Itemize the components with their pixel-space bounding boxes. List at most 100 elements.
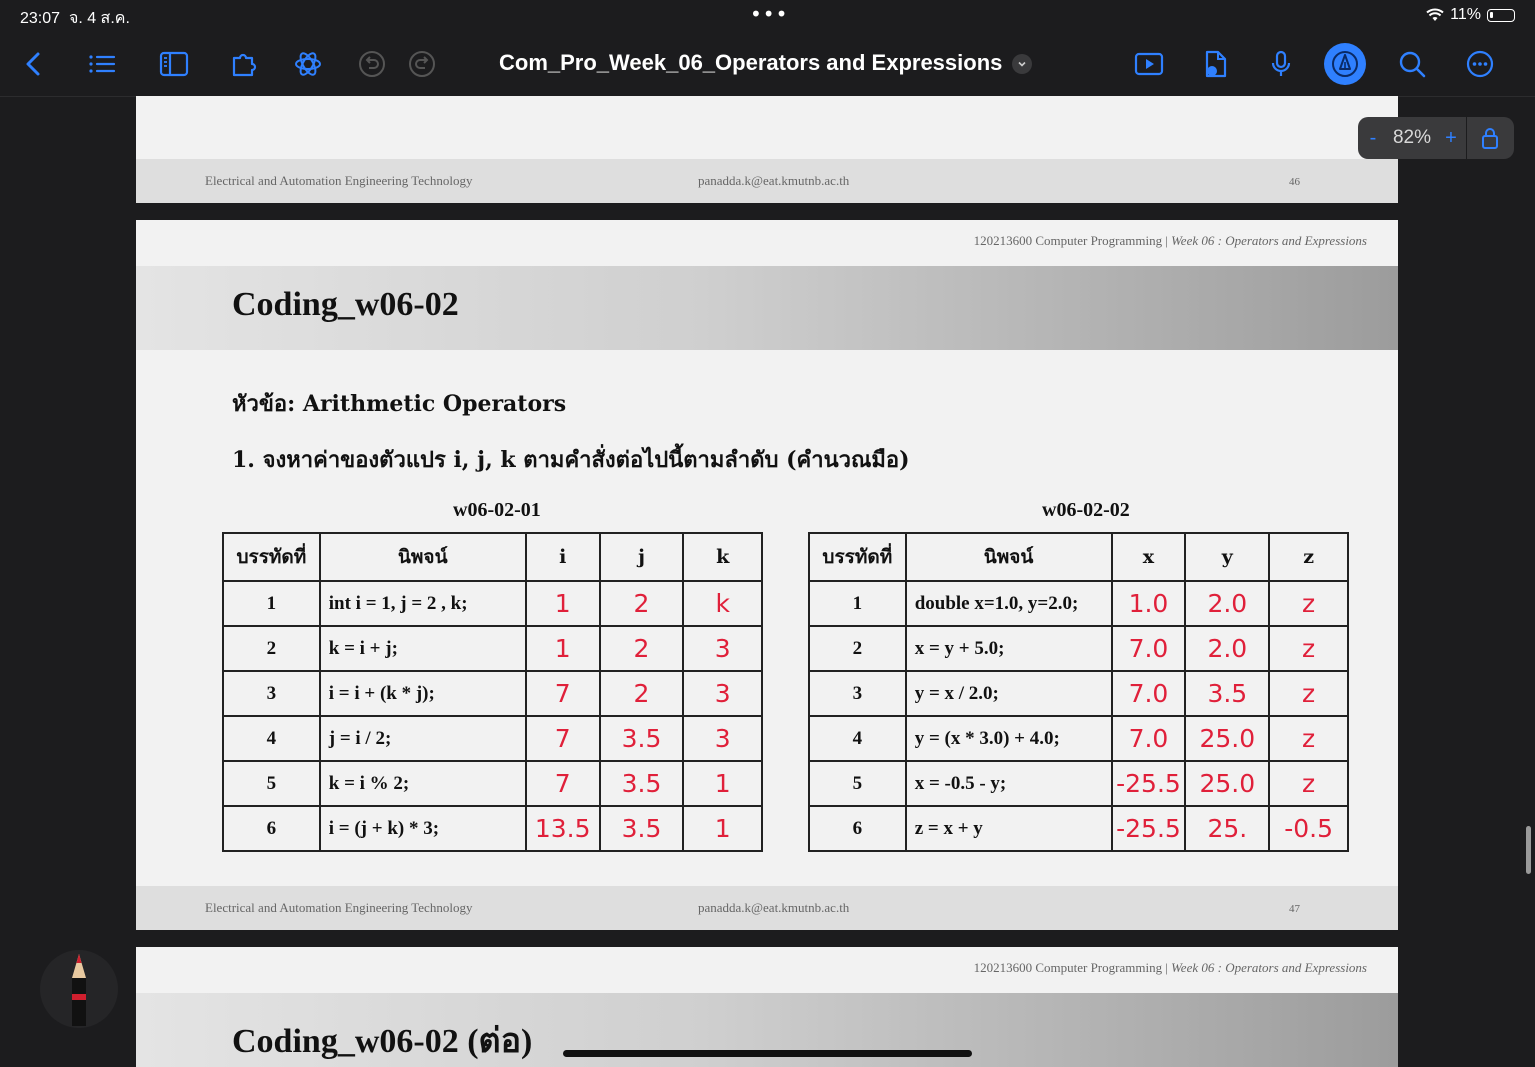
- chevron-down-icon[interactable]: [1012, 54, 1032, 74]
- handwritten-value: 2.0: [1184, 625, 1271, 672]
- expression: k = i % 2;: [318, 760, 527, 807]
- zoom-out-button[interactable]: -: [1358, 127, 1388, 150]
- handwritten-value: -25.5: [1110, 760, 1187, 807]
- table-row: 1 double x=1.0, y=2.0; 1.0 2.0 z: [808, 580, 1349, 627]
- line-number: 3: [808, 670, 907, 717]
- expression: x = -0.5 - y;: [904, 760, 1113, 807]
- table-row: 4j = i / 2; 7 3.5 3: [222, 715, 763, 762]
- table-header-row: บรรทัดที่ นิพจน์ x y z: [808, 532, 1349, 582]
- battery-percent: 11%: [1450, 6, 1481, 23]
- status-bar: 23:07 จ. 4 ส.ค. ••• 11%: [0, 0, 1535, 32]
- line-number: 4: [222, 715, 321, 762]
- page-header: 120213600 Computer Programming | Week 06…: [973, 960, 1367, 975]
- handwritten-value: z: [1268, 760, 1349, 807]
- lock-icon[interactable]: [1467, 126, 1513, 150]
- handwritten-value: 25.0: [1184, 760, 1271, 807]
- handwritten-value: 7: [524, 760, 601, 807]
- wifi-icon: [1426, 8, 1444, 21]
- line-number: 2: [222, 625, 321, 672]
- puzzle-icon[interactable]: [227, 46, 263, 82]
- document-audio-icon[interactable]: [1198, 46, 1234, 82]
- table-row: 2k = i + j; 1 2 3: [222, 625, 763, 672]
- handwritten-value: 2.0: [1184, 580, 1271, 627]
- handwritten-value: 1: [682, 760, 763, 807]
- scrollbar-thumb[interactable]: [1526, 826, 1531, 874]
- handwritten-value: z: [1268, 670, 1349, 717]
- handwritten-value: 2: [598, 580, 685, 627]
- page-header: 120213600 Computer Programming | Week 06…: [973, 233, 1367, 248]
- table-row: 3y = x / 2.0; 7.0 3.5 z: [808, 670, 1349, 717]
- line-number: 3: [222, 670, 321, 717]
- list-icon[interactable]: [84, 46, 120, 82]
- table2-caption: w06-02-02: [1042, 499, 1130, 521]
- more-icon[interactable]: [1462, 46, 1498, 82]
- document-title[interactable]: Com_Pro_Week_06_Operators and Expression…: [499, 50, 1002, 76]
- handwritten-value: k: [682, 580, 763, 627]
- zoom-level: 82%: [1392, 127, 1432, 148]
- table2: บรรทัดที่ นิพจน์ x y z 1 double x=1.0, y=…: [808, 532, 1349, 852]
- footer-page-number: 47: [1289, 903, 1300, 915]
- footer-email: panadda.k@eat.kmutnb.ac.th: [698, 173, 850, 188]
- table-row: 3i = i + (k * j); 7 2 3: [222, 670, 763, 717]
- handwritten-value: 25.: [1184, 805, 1271, 852]
- table1-caption: w06-02-01: [453, 499, 541, 521]
- pencil-tool-button[interactable]: [40, 950, 118, 1028]
- handwritten-value: 25.0: [1184, 715, 1271, 762]
- expression: y = (x * 3.0) + 4.0;: [904, 715, 1113, 762]
- expression: double x=1.0, y=2.0;: [904, 580, 1113, 627]
- handwritten-value: -25.5: [1110, 805, 1187, 852]
- handwritten-value: 3.5: [598, 715, 685, 762]
- zoom-control: - 82% +: [1358, 117, 1514, 159]
- handwritten-value: 7: [524, 670, 601, 717]
- handwritten-value: 7.0: [1110, 670, 1187, 717]
- microphone-icon[interactable]: [1263, 46, 1299, 82]
- handwritten-value: 7.0: [1110, 625, 1187, 672]
- slide-question: 1. จงหาค่าของตัวแปร i, j, k ตามคำสั่งต่อ…: [232, 447, 910, 473]
- line-number: 6: [808, 805, 907, 852]
- table-row: 5x = -0.5 - y; -25.5 25.0 z: [808, 760, 1349, 807]
- back-icon[interactable]: [16, 46, 52, 82]
- column-header: บรรทัดที่: [222, 532, 321, 582]
- handwritten-value: 3: [682, 715, 763, 762]
- handwritten-value: 1: [524, 625, 601, 672]
- play-icon[interactable]: [1131, 46, 1167, 82]
- multitasking-dots[interactable]: •••: [750, 2, 788, 26]
- expression: i = (j + k) * 3;: [318, 805, 527, 852]
- column-header: x: [1110, 532, 1187, 582]
- handwritten-value: 3: [682, 670, 763, 717]
- column-header: นิพจน์: [318, 532, 527, 582]
- slide-title: Coding_w06-02: [232, 286, 459, 323]
- handwritten-value: 7: [524, 715, 601, 762]
- pencil-icon: [72, 954, 86, 1026]
- zoom-in-button[interactable]: +: [1436, 127, 1466, 150]
- line-number: 1: [222, 580, 321, 627]
- expression: int i = 1, j = 2 , k;: [318, 580, 527, 627]
- handwritten-value: z: [1268, 715, 1349, 762]
- redo-icon[interactable]: [404, 46, 440, 82]
- handwritten-value: 1: [682, 805, 763, 852]
- line-number: 5: [222, 760, 321, 807]
- ai-icon[interactable]: [290, 46, 326, 82]
- undo-icon[interactable]: [354, 46, 390, 82]
- table-row: 6i = (j + k) * 3; 13.5 3.5 1: [222, 805, 763, 852]
- handwritten-value: 3.5: [598, 805, 685, 852]
- expression: z = x + y: [904, 805, 1113, 852]
- pen-icon[interactable]: [1324, 43, 1366, 85]
- table-row: 4y = (x * 3.0) + 4.0; 7.0 25.0 z: [808, 715, 1349, 762]
- battery-icon: [1487, 8, 1515, 22]
- column-header: z: [1268, 532, 1349, 582]
- page-footer: Electrical and Automation Engineering Te…: [136, 159, 1398, 203]
- handwritten-value: 13.5: [524, 805, 601, 852]
- page-footer: Electrical and Automation Engineering Te…: [136, 886, 1398, 930]
- search-icon[interactable]: [1394, 46, 1430, 82]
- home-indicator[interactable]: [563, 1050, 972, 1057]
- footer-email: panadda.k@eat.kmutnb.ac.th: [698, 900, 850, 915]
- expression: j = i / 2;: [318, 715, 527, 762]
- toolbar: Com_Pro_Week_06_Operators and Expression…: [0, 32, 1535, 97]
- handwritten-value: z: [1268, 580, 1349, 627]
- sidebar-icon[interactable]: [156, 46, 192, 82]
- column-header: i: [524, 532, 601, 582]
- line-number: 2: [808, 625, 907, 672]
- slide-topic: หัวข้อ: Arithmetic Operators: [232, 391, 567, 417]
- handwritten-value: z: [1268, 625, 1349, 672]
